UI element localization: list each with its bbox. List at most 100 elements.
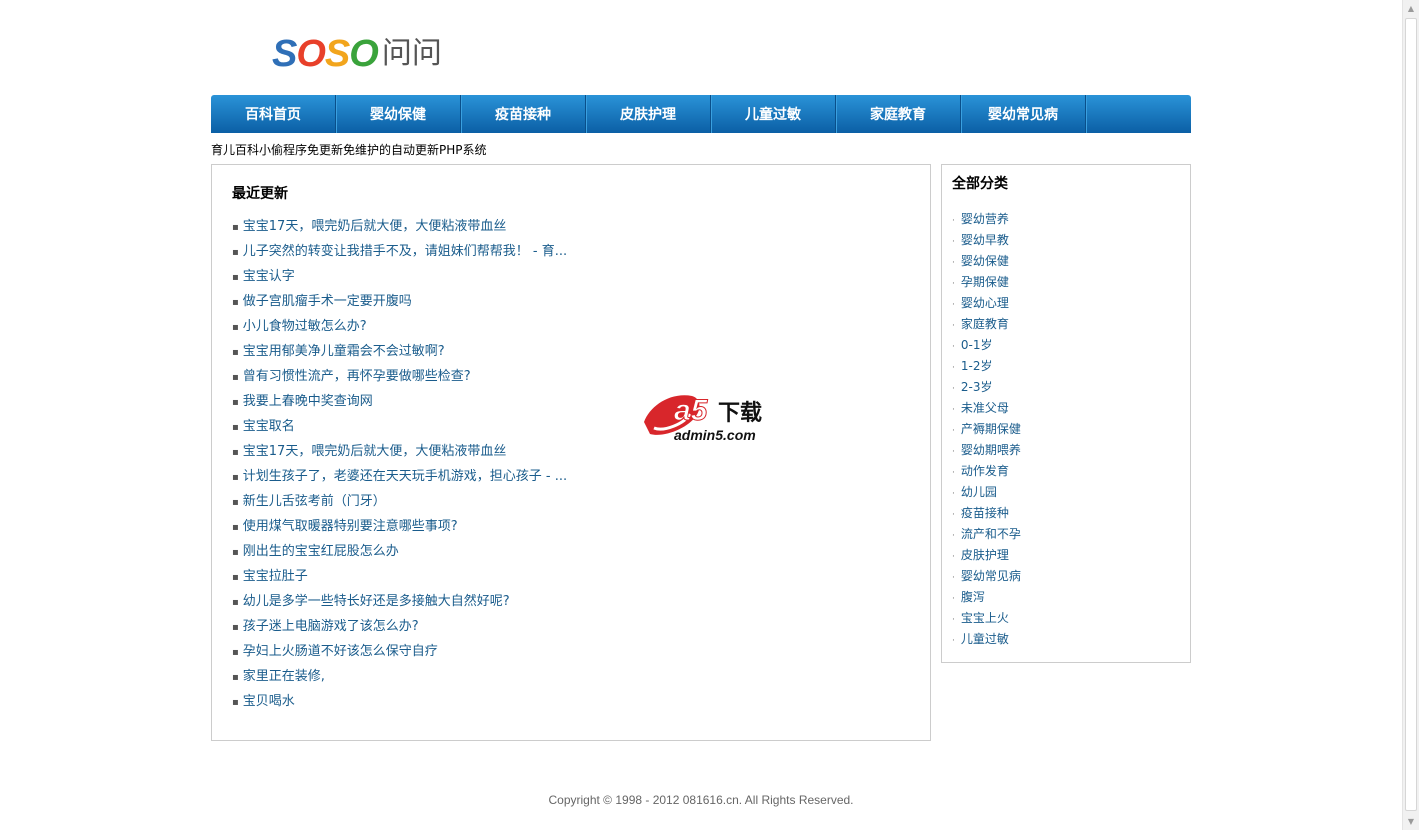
bullet-icon: · xyxy=(952,573,955,583)
scrollbar-thumb[interactable] xyxy=(1405,18,1417,811)
bullet-icon: · xyxy=(952,258,955,268)
bullet-icon: · xyxy=(952,321,955,331)
list-item: · 婴幼营养 xyxy=(952,209,1021,230)
category-link[interactable]: 流产和不孕 xyxy=(961,527,1021,541)
list-item: · 孕期保健 xyxy=(952,272,1021,293)
category-link[interactable]: 婴幼期喂养 xyxy=(961,443,1021,457)
recent-update-link[interactable]: 我要上春晚中奖查询网 xyxy=(243,394,373,409)
list-item: ▪ 宝宝认字 xyxy=(232,267,567,292)
recent-update-link[interactable]: 刚出生的宝宝红屁股怎么办 xyxy=(243,544,399,559)
bullet-icon: ▪ xyxy=(232,447,239,458)
all-categories-title: 全部分类 xyxy=(952,176,1008,192)
bullet-icon: · xyxy=(952,237,955,247)
category-link[interactable]: 婴幼保健 xyxy=(961,254,1009,268)
vertical-scrollbar[interactable]: ▲ ▼ xyxy=(1402,0,1419,830)
watermark-brand: a5 xyxy=(674,394,709,427)
recent-update-link[interactable]: 宝宝用郁美净儿童霜会不会过敏啊? xyxy=(243,344,445,359)
list-item: ▪ 小儿食物过敏怎么办? xyxy=(232,317,567,342)
list-item: ▪ 宝宝拉肚子 xyxy=(232,567,567,592)
recent-update-link[interactable]: 宝宝17天，喂完奶后就大便，大便粘液带血丝 xyxy=(243,219,507,234)
down-arrow-icon[interactable]: ▼ xyxy=(1403,813,1419,830)
category-link[interactable]: 婴幼常见病 xyxy=(961,569,1021,583)
category-link[interactable]: 腹泻 xyxy=(961,590,985,604)
category-link[interactable]: 2-3岁 xyxy=(961,380,993,394)
nav-item-child-allergy[interactable]: 儿童过敏 xyxy=(711,95,836,133)
bullet-icon: ▪ xyxy=(232,397,239,408)
bullet-icon: ▪ xyxy=(232,622,239,633)
recent-update-link[interactable]: 儿子突然的转变让我措手不及，请姐妹们帮帮我！ - 育... xyxy=(243,244,567,259)
category-link[interactable]: 孕期保健 xyxy=(961,275,1009,289)
bullet-icon: · xyxy=(952,552,955,562)
list-item: ▪ 计划生孩子了，老婆还在天天玩手机游戏，担心孩子 - ... xyxy=(232,467,567,492)
recent-update-link[interactable]: 孩子迷上电脑游戏了该怎么办? xyxy=(243,619,419,634)
category-link[interactable]: 动作发育 xyxy=(961,464,1009,478)
main-nav: 百科首页 婴幼保健 疫苗接种 皮肤护理 儿童过敏 家庭教育 婴幼常见病 xyxy=(211,95,1191,133)
category-list: · 婴幼营养 · 婴幼早教 · 婴幼保健 · 孕期保健 · 婴幼心理 · 家庭教育 · 0-1岁 · 1-2岁… xyxy=(952,209,1021,650)
recent-update-link[interactable]: 新生儿舌弦考前（门牙） xyxy=(243,494,386,509)
recent-update-link[interactable]: 小儿食物过敏怎么办? xyxy=(243,319,367,334)
nav-item-common-diseases[interactable]: 婴幼常见病 xyxy=(961,95,1086,133)
list-item: · 婴幼常见病 xyxy=(952,566,1021,587)
bullet-icon: ▪ xyxy=(232,497,239,508)
category-link[interactable]: 1-2岁 xyxy=(961,359,993,373)
recent-update-link[interactable]: 宝宝认字 xyxy=(243,269,295,284)
recent-update-link[interactable]: 宝宝取名 xyxy=(243,419,295,434)
admin5-watermark-logo: a5 下载 admin5.com xyxy=(644,394,762,443)
bullet-icon: ▪ xyxy=(232,472,239,483)
nav-item-home[interactable]: 百科首页 xyxy=(211,95,336,133)
category-link[interactable]: 幼儿园 xyxy=(961,485,997,499)
recent-update-link[interactable]: 幼儿是多学一些特长好还是多接触大自然好呢? xyxy=(243,594,510,609)
recent-updates-list: ▪ 宝宝17天，喂完奶后就大便，大便粘液带血丝 ▪ 儿子突然的转变让我措手不及，请姐妹… xyxy=(232,217,567,717)
bullet-icon: ▪ xyxy=(232,522,239,533)
category-link[interactable]: 儿童过敏 xyxy=(961,632,1009,646)
list-item: · 婴幼早教 xyxy=(952,230,1021,251)
category-link[interactable]: 婴幼早教 xyxy=(961,233,1009,247)
list-item: · 腹泻 xyxy=(952,587,1021,608)
recent-update-link[interactable]: 家里正在装修, xyxy=(243,669,325,684)
recent-update-link[interactable]: 使用煤气取暖器特别要注意哪些事项? xyxy=(243,519,458,534)
recent-update-link[interactable]: 宝贝喝水 xyxy=(243,694,295,709)
recent-updates-title: 最近更新 xyxy=(232,186,288,202)
list-item: · 婴幼保健 xyxy=(952,251,1021,272)
bullet-icon: · xyxy=(952,531,955,541)
site-logo[interactable]: SOSO 问问 xyxy=(272,30,442,74)
nav-item-skin-care[interactable]: 皮肤护理 xyxy=(586,95,711,133)
bullet-icon: · xyxy=(952,615,955,625)
bullet-icon: ▪ xyxy=(232,322,239,333)
up-arrow-icon[interactable]: ▲ xyxy=(1403,0,1419,17)
category-link[interactable]: 未准父母 xyxy=(961,401,1009,415)
recent-update-link[interactable]: 宝宝拉肚子 xyxy=(243,569,308,584)
category-link[interactable]: 宝宝上火 xyxy=(961,611,1009,625)
nav-item-family-education[interactable]: 家庭教育 xyxy=(836,95,961,133)
bullet-icon: · xyxy=(952,363,955,373)
bullet-icon: ▪ xyxy=(232,422,239,433)
bullet-icon: ▪ xyxy=(232,697,239,708)
all-categories-panel: 全部分类 · 婴幼营养 · 婴幼早教 · 婴幼保健 · 孕期保健 · 婴幼心理 · 家庭教育 · 0-1岁… xyxy=(941,164,1191,663)
recent-update-link[interactable]: 孕妇上火肠道不好该怎么保守自疗 xyxy=(243,644,438,659)
category-link[interactable]: 婴幼心理 xyxy=(961,296,1009,310)
category-link[interactable]: 产褥期保健 xyxy=(961,422,1021,436)
watermark-domain: admin5.com xyxy=(674,427,756,443)
category-link[interactable]: 皮肤护理 xyxy=(961,548,1009,562)
list-item: ▪ 宝宝取名 xyxy=(232,417,567,442)
recent-update-link[interactable]: 宝宝17天，喂完奶后就大便，大便粘液带血丝 xyxy=(243,444,507,459)
recent-update-link[interactable]: 曾有习惯性流产，再怀孕要做哪些检查? xyxy=(243,369,471,384)
list-item: ▪ 幼儿是多学一些特长好还是多接触大自然好呢? xyxy=(232,592,567,617)
bullet-icon: · xyxy=(952,300,955,310)
list-item: · 家庭教育 xyxy=(952,314,1021,335)
nav-item-vaccination[interactable]: 疫苗接种 xyxy=(461,95,586,133)
category-link[interactable]: 家庭教育 xyxy=(961,317,1009,331)
category-link[interactable]: 婴幼营养 xyxy=(961,212,1009,226)
bullet-icon: · xyxy=(952,510,955,520)
list-item: · 未准父母 xyxy=(952,398,1021,419)
bullet-icon: · xyxy=(952,426,955,436)
recent-update-link[interactable]: 做子宫肌瘤手术一定要开腹吗 xyxy=(243,294,412,309)
bullet-icon: ▪ xyxy=(232,222,239,233)
recent-update-link[interactable]: 计划生孩子了，老婆还在天天玩手机游戏，担心孩子 - ... xyxy=(243,469,567,484)
list-item: · 0-1岁 xyxy=(952,335,1021,356)
category-link[interactable]: 0-1岁 xyxy=(961,338,993,352)
nav-item-infant-health[interactable]: 婴幼保健 xyxy=(336,95,461,133)
category-link[interactable]: 疫苗接种 xyxy=(961,506,1009,520)
list-item: ▪ 使用煤气取暖器特别要注意哪些事项? xyxy=(232,517,567,542)
bullet-icon: · xyxy=(952,489,955,499)
